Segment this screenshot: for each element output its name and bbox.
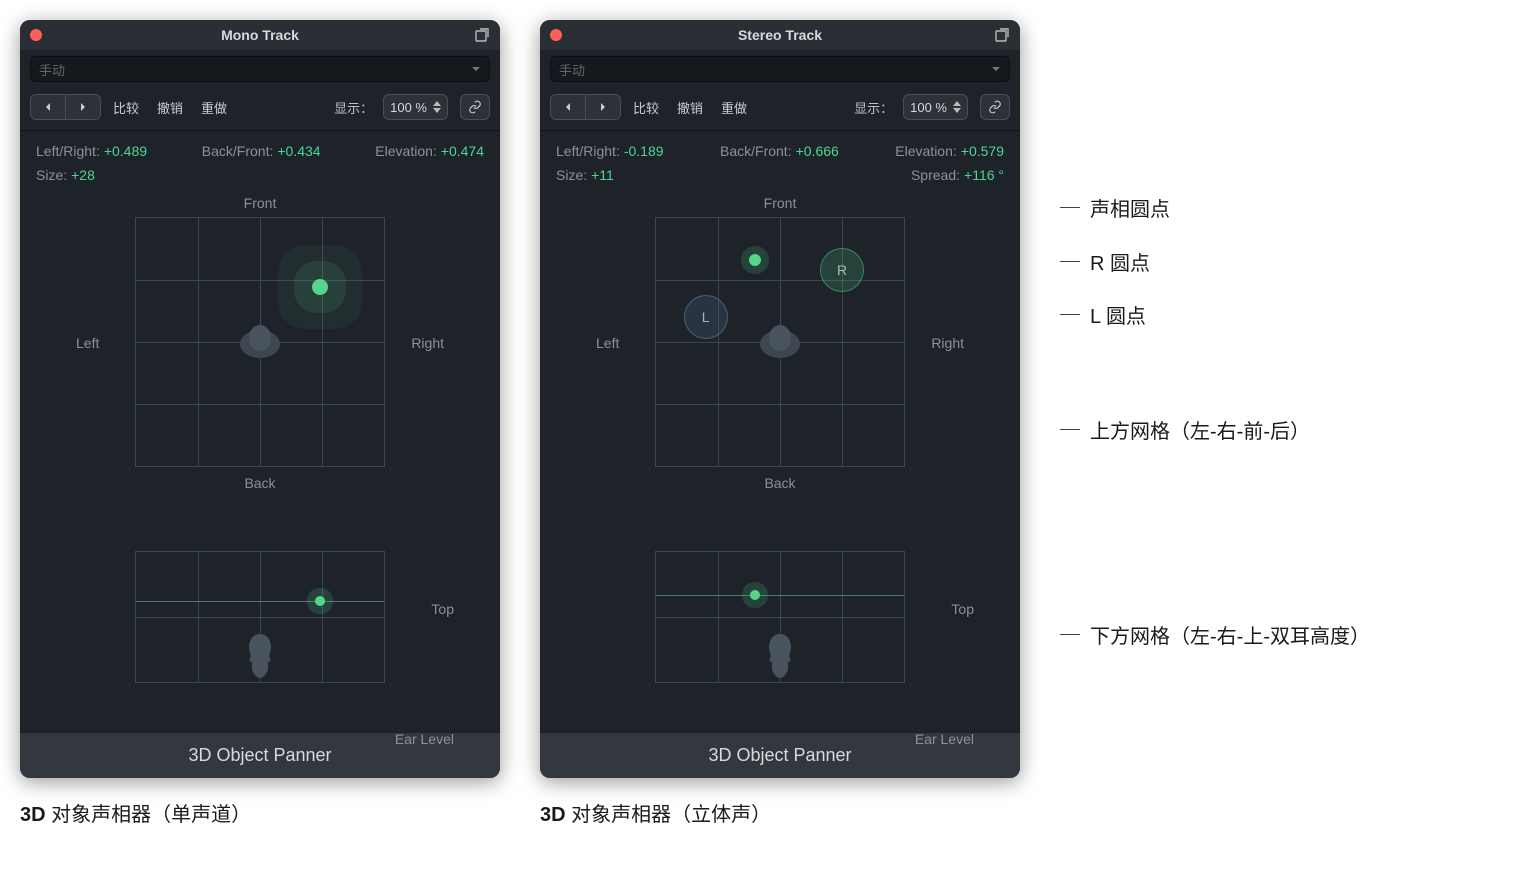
popout-icon[interactable] xyxy=(474,27,490,43)
left-label: Left xyxy=(596,335,619,351)
show-label: 显示： xyxy=(334,98,373,117)
bf-value[interactable]: +0.666 xyxy=(796,143,839,159)
r-puck[interactable]: R xyxy=(820,248,864,292)
bottom-grid[interactable] xyxy=(655,551,905,683)
preset-select[interactable]: 手动 xyxy=(550,56,1010,82)
window-title: Stereo Track xyxy=(738,27,822,43)
stepper-icon xyxy=(433,101,441,113)
size-value[interactable]: +28 xyxy=(71,167,95,183)
prev-button[interactable] xyxy=(551,95,585,119)
ear-label: Ear Level xyxy=(395,731,454,747)
stereo-panner-window: Stereo Track 手动 比较 撤销 重做 xyxy=(540,20,1020,778)
titlebar: Mono Track xyxy=(20,20,500,50)
annot-pan-puck: 声相圆点 xyxy=(1090,193,1170,222)
el-value[interactable]: +0.474 xyxy=(441,143,484,159)
elev-puck[interactable] xyxy=(315,596,325,606)
el-value[interactable]: +0.579 xyxy=(961,143,1004,159)
el-label: Elevation: xyxy=(375,143,436,159)
zoom-value: 100 % xyxy=(390,100,427,115)
zoom-value: 100 % xyxy=(910,100,947,115)
redo-button[interactable]: 重做 xyxy=(715,98,753,117)
pan-puck[interactable] xyxy=(749,254,761,266)
window-title: Mono Track xyxy=(221,27,299,43)
preset-label: 手动 xyxy=(39,60,65,79)
ear-label: Ear Level xyxy=(915,731,974,747)
spread-value[interactable]: +116 ° xyxy=(964,167,1004,183)
right-label: Right xyxy=(411,335,444,351)
back-label: Back xyxy=(36,475,484,491)
el-label: Elevation: xyxy=(895,143,956,159)
size-label: Size: xyxy=(36,167,67,183)
next-button[interactable] xyxy=(65,95,100,119)
annot-l-puck: L 圆点 xyxy=(1090,300,1146,329)
nav-seg xyxy=(30,94,101,120)
listener-head-icon xyxy=(756,316,804,364)
listener-head-side-icon xyxy=(760,630,800,682)
link-button[interactable] xyxy=(980,94,1010,120)
top-grid[interactable] xyxy=(135,217,385,467)
annot-bot-grid: 下方网格（左-右-上-双耳高度） xyxy=(1090,620,1370,649)
show-label: 显示： xyxy=(854,98,893,117)
top-label: Top xyxy=(951,601,974,617)
mono-caption: 3D 对象声相器（单声道） xyxy=(20,798,500,827)
listener-head-icon xyxy=(236,316,284,364)
bf-value[interactable]: +0.434 xyxy=(277,143,320,159)
preset-select[interactable]: 手动 xyxy=(30,56,490,82)
preset-label: 手动 xyxy=(559,60,585,79)
close-icon[interactable] xyxy=(550,29,562,41)
redo-button[interactable]: 重做 xyxy=(195,98,233,117)
close-icon[interactable] xyxy=(30,29,42,41)
lr-value[interactable]: -0.189 xyxy=(624,143,664,159)
prev-button[interactable] xyxy=(31,95,65,119)
front-label: Front xyxy=(556,195,1004,211)
link-button[interactable] xyxy=(460,94,490,120)
chevron-down-icon xyxy=(991,64,1001,74)
top-grid[interactable]: R L xyxy=(655,217,905,467)
zoom-select[interactable]: 100 % xyxy=(383,94,448,120)
bf-label: Back/Front: xyxy=(720,143,792,159)
lr-label: Left/Right: xyxy=(36,143,100,159)
l-puck[interactable]: L xyxy=(684,295,728,339)
readouts: Left/Right:+0.489 Back/Front:+0.434 Elev… xyxy=(20,131,500,195)
link-icon xyxy=(468,100,482,114)
mono-panner-window: Mono Track 手动 比较 撤销 重做 xyxy=(20,20,500,778)
readouts: Left/Right:-0.189 Back/Front:+0.666 Elev… xyxy=(540,131,1020,195)
right-label: Right xyxy=(931,335,964,351)
annot-r-puck: R 圆点 xyxy=(1090,247,1150,276)
back-label: Back xyxy=(556,475,1004,491)
annot-top-grid: 上方网格（左-右-前-后） xyxy=(1090,415,1310,444)
toolbar: 比较 撤销 重做 显示： 100 % xyxy=(540,88,1020,131)
lr-value[interactable]: +0.489 xyxy=(104,143,147,159)
bottom-grid[interactable] xyxy=(135,551,385,683)
bf-label: Back/Front: xyxy=(202,143,274,159)
size-value[interactable]: +11 xyxy=(591,167,614,183)
pan-puck[interactable] xyxy=(312,279,328,295)
compare-button[interactable]: 比较 xyxy=(627,98,665,117)
front-label: Front xyxy=(36,195,484,211)
nav-seg xyxy=(550,94,621,120)
chevron-down-icon xyxy=(471,64,481,74)
next-button[interactable] xyxy=(585,95,620,119)
zoom-select[interactable]: 100 % xyxy=(903,94,968,120)
stepper-icon xyxy=(953,101,961,113)
spread-label: Spread: xyxy=(911,167,960,183)
top-label: Top xyxy=(431,601,454,617)
link-icon xyxy=(988,100,1002,114)
popout-icon[interactable] xyxy=(994,27,1010,43)
compare-button[interactable]: 比较 xyxy=(107,98,145,117)
listener-head-side-icon xyxy=(240,630,280,682)
lr-label: Left/Right: xyxy=(556,143,620,159)
stereo-caption: 3D 对象声相器（立体声） xyxy=(540,798,1020,827)
left-label: Left xyxy=(76,335,99,351)
undo-button[interactable]: 撤销 xyxy=(671,98,709,117)
size-label: Size: xyxy=(556,167,587,183)
toolbar: 比较 撤销 重做 显示： 100 % xyxy=(20,88,500,131)
titlebar: Stereo Track xyxy=(540,20,1020,50)
elev-puck[interactable] xyxy=(750,590,760,600)
undo-button[interactable]: 撤销 xyxy=(151,98,189,117)
